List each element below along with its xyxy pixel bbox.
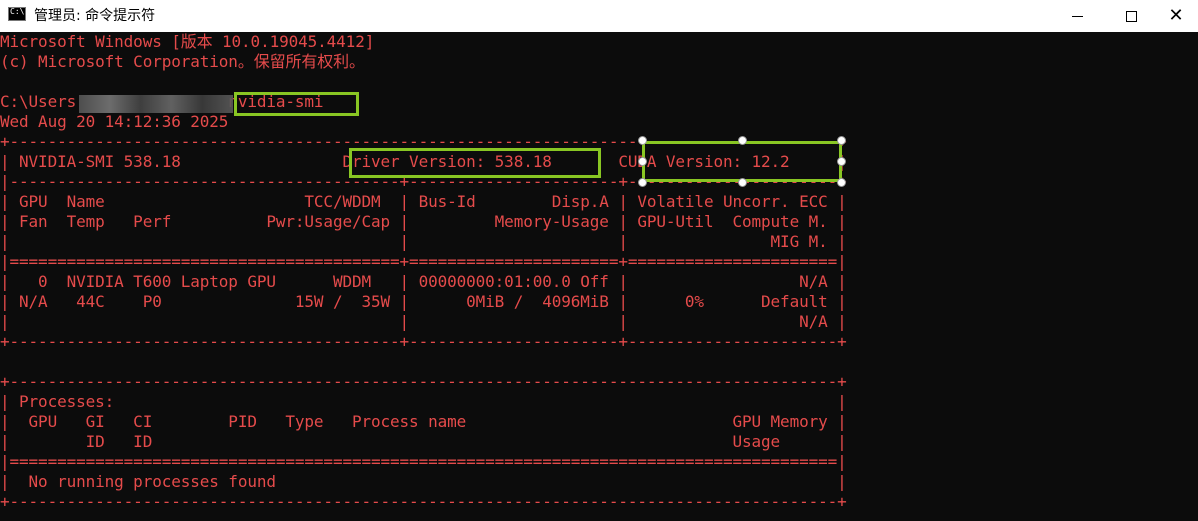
console-line: (c) Microsoft Corporation。保留所有权利。 [0, 52, 365, 71]
table-border-line: +---------------------------------------… [0, 492, 847, 511]
console-line: Wed Aug 20 14:12:36 2025 [0, 112, 229, 131]
resize-handle[interactable] [638, 136, 647, 145]
table-border-line: |=======================================… [0, 452, 847, 471]
cmd-app-icon: C:\ [8, 7, 26, 21]
console-output[interactable]: Microsoft Windows [版本 10.0.19045.4412] (… [0, 32, 1198, 521]
maximize-button[interactable] [1108, 0, 1154, 32]
console-line: | Processes: | [0, 392, 847, 411]
console-line: | | | MIG M. | [0, 232, 847, 251]
redacted-username [79, 95, 233, 113]
driver-version-highlight-box [349, 148, 601, 178]
resize-handle[interactable] [738, 136, 747, 145]
console-line: | 0 NVIDIA T600 Laptop GPU WDDM | 000000… [0, 272, 847, 291]
window-title: 管理员: 命令提示符 [34, 8, 156, 24]
console-line: Microsoft Windows [版本 10.0.19045.4412] [0, 32, 375, 51]
console-line: | No running processes found | [0, 472, 847, 491]
minimize-button[interactable] [1054, 0, 1100, 32]
table-border-line: |=======================================… [0, 252, 847, 271]
minimize-icon [1071, 15, 1083, 17]
console-line: | N/A 44C P0 15W / 35W | 0MiB / 4096MiB … [0, 292, 847, 311]
resize-handle[interactable] [837, 178, 846, 187]
close-icon: ✕ [1168, 5, 1184, 26]
cmd-app-icon-label: C:\ [10, 7, 25, 16]
resize-handle[interactable] [638, 178, 647, 187]
console-line: | GPU GI CI PID Type Process name GPU Me… [0, 412, 847, 431]
cuda-version-highlight-box[interactable] [642, 141, 842, 182]
resize-handle[interactable] [837, 157, 846, 166]
maximize-icon [1125, 10, 1137, 22]
resize-handle[interactable] [837, 136, 846, 145]
console-line: | Fan Temp Perf Pwr:Usage/Cap | Memory-U… [0, 212, 847, 231]
resize-handle[interactable] [738, 178, 747, 187]
console-line: | GPU Name TCC/WDDM | Bus-Id Disp.A | Vo… [0, 192, 847, 211]
console-line: | | | N/A | [0, 312, 847, 331]
command-highlight-box [234, 92, 359, 116]
close-button[interactable]: ✕ [1153, 0, 1198, 32]
resize-handle[interactable] [638, 157, 647, 166]
title-bar[interactable]: C:\ 管理员: 命令提示符 ✕ [0, 0, 1198, 32]
table-border-line: +---------------------------------------… [0, 332, 847, 351]
console-line: | ID ID Usage | [0, 432, 847, 451]
table-border-line: +---------------------------------------… [0, 372, 847, 391]
